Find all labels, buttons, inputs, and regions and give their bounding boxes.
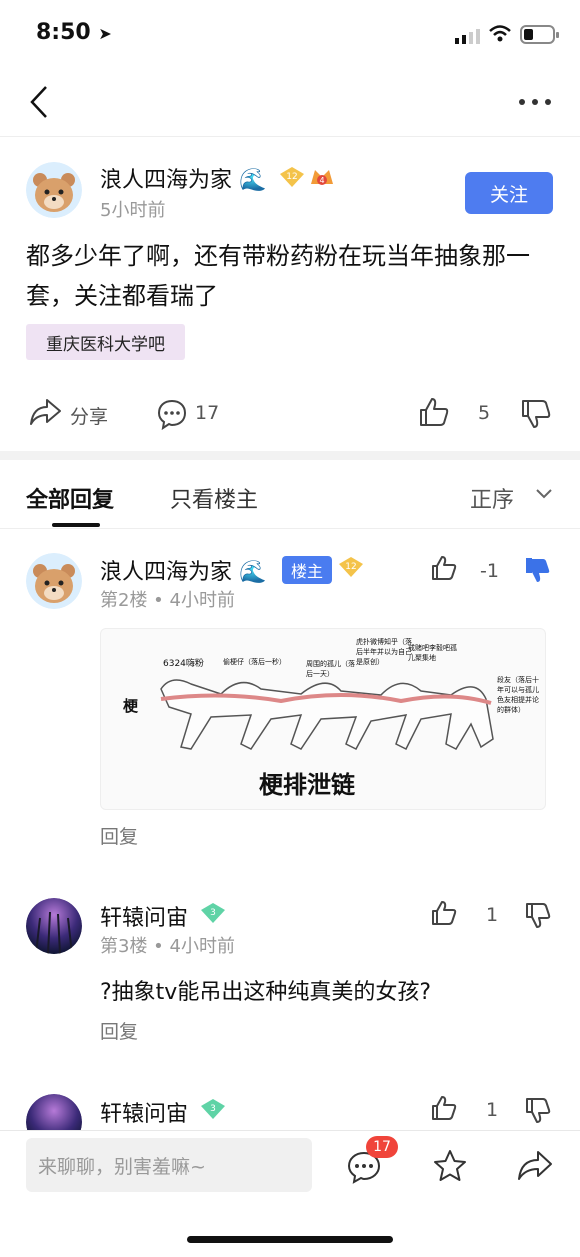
image-label: 虎扑微博知乎（落后半年并以为自己是原创） (356, 638, 412, 666)
avatar[interactable] (26, 162, 82, 218)
image-title: 梗排泄链 (259, 771, 355, 799)
reply-meta: 第2楼 • 4小时前 (100, 590, 235, 611)
share-icon (30, 399, 61, 425)
medal-badge: 4 (309, 166, 335, 192)
thumbs-up-icon (420, 398, 449, 426)
reply-button[interactable]: 回复 (100, 1017, 138, 1044)
follow-button[interactable]: 关注 (465, 172, 553, 214)
level-badge: 12 (338, 556, 364, 582)
reply-author[interactable]: 轩辕问宙 (100, 900, 188, 932)
star-icon[interactable] (432, 1148, 468, 1188)
op-badge: 楼主 (282, 556, 333, 584)
avatar[interactable] (26, 898, 82, 954)
thumbs-down-icon[interactable] (524, 556, 552, 588)
reply-author[interactable]: 轩辕问宙 (100, 1096, 188, 1128)
dislike-button[interactable] (520, 398, 552, 434)
reply-like-count: -1 (480, 560, 499, 582)
author-name[interactable]: 浪人四海为家 🌊 (100, 162, 266, 194)
image-label: 偷梗仔（落后一秒） (223, 658, 286, 666)
level-badge: 3 (200, 1098, 226, 1124)
reply-image[interactable]: 梗 6324嗨粉 偷梗仔（落后一秒） 周围的孤儿（落后一天） 虎扑微博知乎（落后… (100, 628, 546, 810)
wifi-icon (488, 24, 512, 48)
signal-icon (455, 28, 481, 48)
more-icon[interactable] (516, 92, 556, 112)
svg-text:12: 12 (286, 172, 297, 182)
level-badge: 12 (279, 166, 305, 192)
battery-icon (520, 25, 560, 49)
reply-meta: 第3楼 • 4小时前 (100, 936, 235, 957)
svg-text:4: 4 (319, 176, 324, 185)
thumbs-up-icon[interactable] (430, 1094, 458, 1126)
avatar[interactable] (26, 553, 82, 609)
thumbs-down-icon[interactable] (524, 1096, 552, 1128)
home-indicator (187, 1236, 393, 1243)
like-count: 5 (478, 402, 491, 424)
message-count-badge: 17 (366, 1136, 398, 1158)
level-badge: 3 (200, 902, 226, 928)
forum-tag[interactable]: 重庆医科大学吧 (26, 324, 185, 360)
image-label: 段友（落后十年可以与孤儿色友相提并论的群体） (497, 676, 539, 714)
reply-author[interactable]: 浪人四海为家 🌊 (100, 554, 266, 586)
tab-indicator (52, 523, 100, 527)
share-button[interactable] (28, 396, 62, 432)
image-arrow-label: 梗 (123, 697, 139, 715)
forward-icon[interactable] (516, 1148, 554, 1188)
sort-dropdown[interactable]: 正序 (470, 482, 514, 514)
section-separator (0, 451, 580, 460)
image-label: 6324嗨粉 (163, 659, 204, 669)
back-icon[interactable] (26, 84, 56, 120)
thumbs-down-icon (522, 400, 551, 428)
reply-button[interactable]: 回复 (100, 822, 138, 849)
comment-icon[interactable] (156, 398, 188, 434)
reply-like-count: 1 (486, 904, 499, 926)
status-time: 8:50 ➤ (36, 20, 112, 45)
tab-op-only[interactable]: 只看楼主 (170, 482, 258, 514)
divider (0, 528, 580, 529)
svg-text:12: 12 (345, 562, 356, 572)
image-label: 戒赌吧李毅吧孤儿聚集地 (408, 644, 457, 662)
thumbs-up-icon[interactable] (430, 554, 458, 586)
post-time: 5小时前 (100, 200, 166, 221)
divider (0, 136, 580, 137)
image-label: 周围的孤儿（落后一天） (306, 660, 355, 678)
comment-count: 17 (195, 402, 220, 424)
svg-text:3: 3 (210, 908, 216, 918)
share-label[interactable]: 分享 (70, 402, 108, 429)
svg-text:3: 3 (210, 1104, 216, 1114)
chevron-down-icon[interactable] (534, 486, 554, 506)
like-button[interactable] (418, 396, 450, 432)
reply-like-count: 1 (486, 1099, 499, 1121)
tab-all-replies[interactable]: 全部回复 (26, 482, 114, 514)
post-text: 都多少年了啊，还有带粉药粉在玩当年抽象那一套，关注都看瑞了 (26, 242, 530, 310)
reply-text: ?抽象tv能吊出这种纯真美的女孩? (100, 980, 431, 1005)
comment-input[interactable]: 来聊聊，别害羞嘛~ (26, 1138, 312, 1192)
thumbs-down-icon[interactable] (524, 901, 552, 933)
thumbs-up-icon[interactable] (430, 899, 458, 931)
